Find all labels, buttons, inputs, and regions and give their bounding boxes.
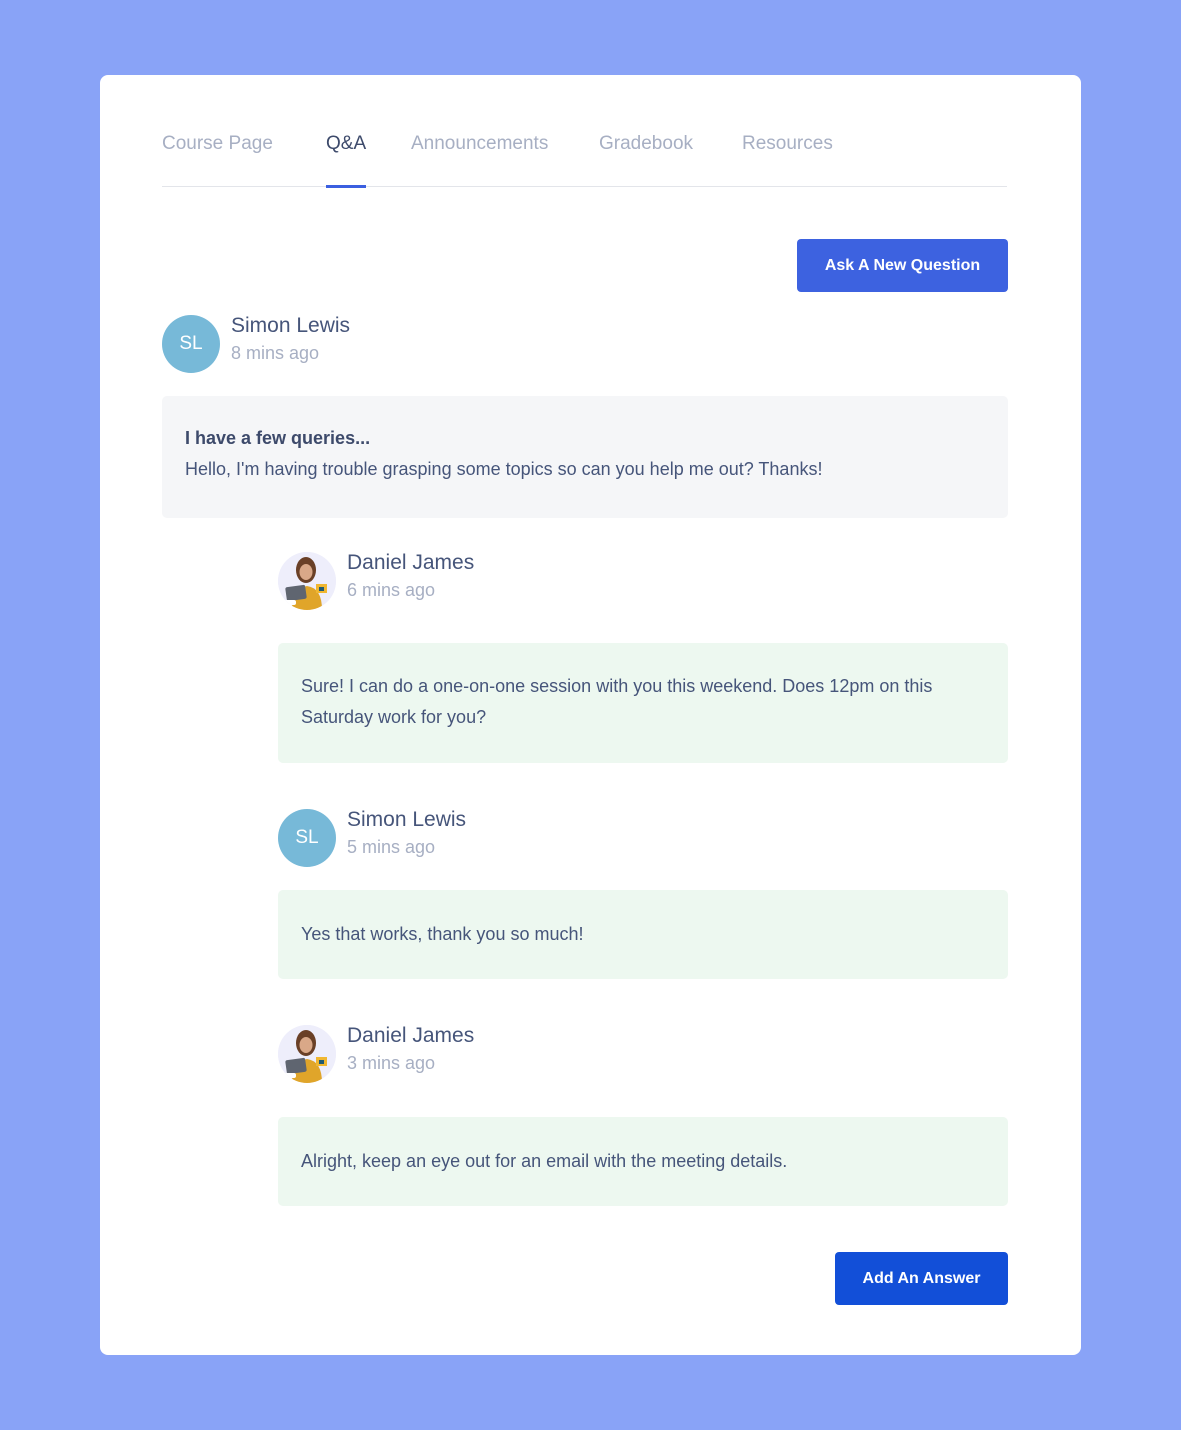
qa-card: Course Page Q&A Announcements Gradebook … [100,75,1081,1355]
avatar: SL [278,809,336,867]
tab-course-page[interactable]: Course Page [162,133,273,187]
course-tabs: Course Page Q&A Announcements Gradebook … [162,75,1007,188]
add-answer-button[interactable]: Add An Answer [835,1252,1008,1305]
author-name: Simon Lewis [231,314,351,337]
reply-bubble: Sure! I can do a one-on-one session with… [278,643,1008,763]
avatar [278,1025,336,1083]
reply-bubble: Yes that works, thank you so much! [278,890,1008,979]
tab-resources[interactable]: Resources [742,133,833,187]
question-body: Hello, I'm having trouble grasping some … [185,459,823,479]
tab-announcements[interactable]: Announcements [411,133,548,187]
post-time: 5 mins ago [347,837,436,857]
question-title: I have a few queries... [185,428,371,448]
person-photo-icon [278,1025,336,1083]
question-bubble: I have a few queries... Hello, I'm havin… [162,396,1008,518]
reply-bubble: Alright, keep an eye out for an email wi… [278,1117,1008,1206]
ask-new-question-button[interactable]: Ask A New Question [797,239,1008,292]
author-name: Simon Lewis [347,808,467,831]
post-time: 8 mins ago [231,343,320,363]
avatar: SL [162,315,220,373]
avatar [278,552,336,610]
tab-qa[interactable]: Q&A [326,133,367,188]
post-time: 3 mins ago [347,1053,436,1073]
author-name: Daniel James [347,1024,475,1047]
tab-gradebook[interactable]: Gradebook [599,133,693,187]
person-photo-icon [278,552,336,610]
author-name: Daniel James [347,551,475,574]
post-time: 6 mins ago [347,580,436,600]
